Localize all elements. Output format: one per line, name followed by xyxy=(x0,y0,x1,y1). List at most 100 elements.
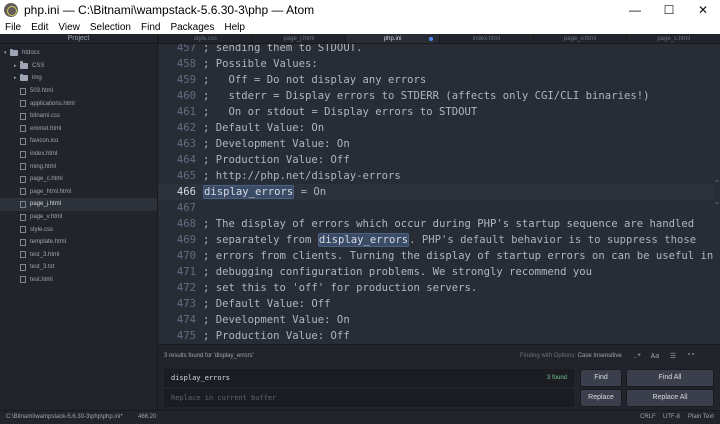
tab-page-j-html[interactable]: page_j.html xyxy=(251,34,346,43)
search-match: display_errors xyxy=(203,185,295,199)
tree-file[interactable]: index.html xyxy=(0,148,157,161)
line-number[interactable]: 463 xyxy=(158,136,196,152)
menu-find[interactable]: Find xyxy=(136,22,165,33)
tab-bar: style.css page_j.html php.ini index.html pag… xyxy=(158,34,720,44)
find-input[interactable]: display_errors 3 found xyxy=(164,369,574,387)
tab-page-c-html[interactable]: page_c.html xyxy=(626,34,720,43)
tab-label: index.html xyxy=(472,36,501,42)
editor-scrollbar[interactable] xyxy=(714,44,720,344)
tree-file[interactable]: page_html.html xyxy=(0,186,157,199)
line-number[interactable]: 474 xyxy=(158,312,196,328)
tree-file[interactable]: page_c.html xyxy=(0,173,157,186)
tree-folder[interactable]: ▸ img xyxy=(0,72,157,85)
regex-toggle-icon[interactable]: .* xyxy=(630,350,644,362)
line-number[interactable]: 458 xyxy=(158,56,196,72)
status-cursor-position[interactable]: 466:20 xyxy=(138,414,156,420)
line-text: ; set this to 'off' for production serve… xyxy=(203,280,477,296)
code-line: 458 ; Possible Values: xyxy=(158,56,720,72)
find-all-button[interactable]: Find All xyxy=(626,369,714,387)
code-editor[interactable]: 457 ; sending them to STDOUT. 458 ; Possibl… xyxy=(158,44,720,344)
tree-folder[interactable]: ▸ CSS xyxy=(0,60,157,73)
menu-selection[interactable]: Selection xyxy=(85,22,136,33)
tree-item-label: page_html.html xyxy=(30,188,72,195)
tree-file[interactable]: 503.html xyxy=(0,85,157,98)
line-number[interactable]: 466 xyxy=(158,184,196,200)
file-icon xyxy=(20,175,26,183)
replace-all-button[interactable]: Replace All xyxy=(626,389,714,407)
tree-file[interactable]: ming.html xyxy=(0,160,157,173)
line-text: ; debugging configuration problems. We s… xyxy=(203,264,592,280)
tree-file[interactable]: style.css xyxy=(0,223,157,236)
replace-button[interactable]: Replace xyxy=(580,389,622,407)
line-number[interactable]: 464 xyxy=(158,152,196,168)
line-number[interactable]: 462 xyxy=(158,120,196,136)
line-number[interactable]: 461 xyxy=(158,104,196,120)
code-line: 461 ; On or stdout = Display errors to ST… xyxy=(158,104,720,120)
line-text-content: ; debugging configuration problems. We s… xyxy=(203,266,593,278)
status-grammar[interactable]: Plain Text xyxy=(688,414,714,420)
code-line: 475 ; Production Value: Off xyxy=(158,328,720,344)
tree-folder-root[interactable]: ▾ htdocs xyxy=(0,47,157,60)
file-icon xyxy=(20,125,26,133)
tab-page-v-html[interactable]: page_v.html xyxy=(532,34,627,43)
find-options-prefix: Finding with Options: xyxy=(520,353,577,359)
file-icon xyxy=(20,163,26,171)
find-button[interactable]: Find xyxy=(580,369,622,387)
file-icon xyxy=(20,263,26,271)
tab-index-html[interactable]: index.html xyxy=(439,34,533,43)
line-number[interactable]: 470 xyxy=(158,248,196,264)
menu-packages[interactable]: Packages xyxy=(165,22,219,33)
close-button[interactable]: ✕ xyxy=(686,0,720,20)
status-line-ending[interactable]: CRLF xyxy=(640,414,656,420)
tree-file[interactable]: applications.html xyxy=(0,97,157,110)
tab-style-css[interactable]: style.css xyxy=(158,34,252,43)
menu-edit[interactable]: Edit xyxy=(26,22,53,33)
line-number[interactable]: 472 xyxy=(158,280,196,296)
menu-help[interactable]: Help xyxy=(219,22,250,33)
line-number[interactable]: 468 xyxy=(158,216,196,232)
line-text: ; The display of errors which occur duri… xyxy=(203,216,694,232)
tree-file[interactable]: page_v.html xyxy=(0,211,157,224)
line-number[interactable]: 457 xyxy=(158,44,196,56)
line-number[interactable]: 475 xyxy=(158,328,196,344)
tree-header: Project xyxy=(0,34,157,44)
tree-file[interactable]: emmet.html xyxy=(0,123,157,136)
in-selection-icon[interactable]: ☰ xyxy=(666,350,680,362)
replace-input[interactable]: Replace in current buffer xyxy=(164,389,574,407)
find-input-value: display_errors xyxy=(171,374,231,382)
tree-file[interactable]: test_3.txt xyxy=(0,261,157,274)
find-options-value: Case Insensitive xyxy=(577,353,622,359)
tree-file[interactable]: test_3.html xyxy=(0,249,157,262)
line-number[interactable]: 467 xyxy=(158,200,196,216)
tab-php-ini[interactable]: php.ini xyxy=(345,34,440,43)
status-file-path[interactable]: C:\Bitnami\wampstack-5.6.30-3\php\php.in… xyxy=(6,414,123,420)
tree-file[interactable]: favicon.ico xyxy=(0,135,157,148)
found-count: 3 found xyxy=(546,375,567,381)
line-text-content: ; set this to 'off' for production serve… xyxy=(203,282,478,294)
tree-file[interactable]: test.html xyxy=(0,274,157,287)
whole-word-icon[interactable]: "" xyxy=(684,350,698,362)
file-icon xyxy=(20,251,26,259)
tree-item-label: emmet.html xyxy=(30,125,62,132)
tree-file[interactable]: template.html xyxy=(0,236,157,249)
menu-view[interactable]: View xyxy=(53,22,85,33)
maximize-button[interactable]: ☐ xyxy=(652,0,686,20)
minimize-button[interactable]: — xyxy=(618,0,652,20)
line-number[interactable]: 465 xyxy=(158,168,196,184)
file-icon xyxy=(20,112,26,120)
line-number[interactable]: 459 xyxy=(158,72,196,88)
replace-placeholder: Replace in current buffer xyxy=(171,394,277,402)
tab-label: style.css xyxy=(193,36,217,42)
case-sensitive-icon[interactable]: Aa xyxy=(648,350,662,362)
tree-file[interactable]: page_j.html xyxy=(0,198,157,211)
line-number[interactable]: 471 xyxy=(158,264,196,280)
code-line: 457 ; sending them to STDOUT. xyxy=(158,44,720,56)
line-number[interactable]: 469 xyxy=(158,232,196,248)
tree-item-label: page_v.html xyxy=(30,214,63,221)
menu-file[interactable]: File xyxy=(0,22,26,33)
tree-file[interactable]: bitnami.css xyxy=(0,110,157,123)
line-number[interactable]: 473 xyxy=(158,296,196,312)
line-number[interactable]: 460 xyxy=(158,88,196,104)
window-title: php.ini — C:\Bitnami\wampstack-5.6.30-3\… xyxy=(24,3,315,17)
status-encoding[interactable]: UTF-8 xyxy=(663,414,680,420)
